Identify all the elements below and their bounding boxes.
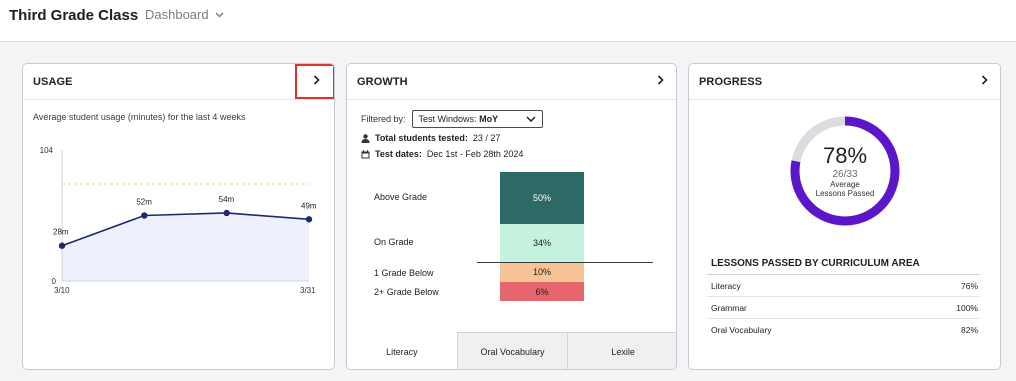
- grade-label-on: On Grade: [374, 237, 414, 247]
- usage-data-point: [58, 242, 66, 249]
- usage-subtitle: Average student usage (minutes) for the …: [33, 112, 246, 122]
- grade-segment-above: 50%: [500, 172, 584, 224]
- usage-data-point: [305, 216, 313, 223]
- chevron-down-icon: [526, 116, 536, 122]
- chevron-down-icon: [215, 12, 224, 17]
- usage-y-tick-label: 0: [52, 277, 57, 286]
- usage-x-tick-label: 3/10: [54, 286, 70, 295]
- usage-x-tick-label: 3/31: [300, 286, 316, 295]
- usage-y-tick-label: 104: [40, 146, 54, 155]
- growth-tabs: Literacy Oral Vocabulary Lexile: [347, 332, 676, 369]
- area-name: Oral Vocabulary: [711, 325, 772, 335]
- user-icon: [361, 133, 370, 143]
- area-name: Grammar: [711, 302, 747, 313]
- progress-card: PROGRESS 78% 26/33 Average Lessons Passe…: [688, 63, 1001, 370]
- chevron-right-icon: [657, 75, 664, 85]
- grade-segment-one-below: 10%: [500, 262, 584, 282]
- list-item: Oral Vocabulary 82%: [707, 319, 980, 341]
- test-window-select-text: Test Windows: MoY: [419, 114, 499, 124]
- area-name: Literacy: [711, 280, 741, 291]
- students-tested-label: Total students tested:: [375, 133, 468, 143]
- grade-level-line: [477, 262, 653, 263]
- filter-row: Filtered by: Test Windows: MoY: [361, 110, 543, 128]
- filter-label: Filtered by:: [361, 114, 406, 124]
- growth-card: GROWTH Filtered by: Test Windows: MoY To…: [346, 63, 677, 370]
- students-tested-value: 23 / 27: [472, 133, 501, 143]
- usage-card-header: USAGE: [23, 64, 334, 100]
- page-title: Third Grade Class: [9, 7, 139, 24]
- usage-data-label: 54m: [219, 195, 235, 204]
- test-dates-row: Test dates: Dec 1st - Feb 28th 2024: [361, 149, 523, 159]
- test-dates-label: Test dates:: [375, 149, 422, 159]
- progress-donut: 78% 26/33 Average Lessons Passed: [786, 112, 904, 230]
- usage-data-label: 28m: [53, 228, 69, 237]
- view-dropdown[interactable]: Dashboard: [145, 7, 224, 22]
- grade-segment-on: 34%: [500, 224, 584, 262]
- list-item: Grammar 100%: [707, 297, 980, 319]
- tab-literacy[interactable]: Literacy: [347, 332, 457, 369]
- chevron-right-icon: [981, 75, 988, 85]
- usage-data-label: 49m: [301, 201, 317, 210]
- donut-center: 78% 26/33 Average Lessons Passed: [786, 112, 904, 230]
- progress-fraction: 26/33: [832, 168, 858, 180]
- progress-title: PROGRESS: [699, 76, 763, 88]
- usage-title: USAGE: [33, 76, 73, 88]
- filter-value: MoY: [479, 114, 499, 124]
- usage-data-point: [223, 209, 230, 217]
- view-dropdown-label: Dashboard: [145, 7, 209, 22]
- test-dates-value: Dec 1st - Feb 28th 2024: [426, 149, 524, 159]
- progress-expand-button[interactable]: [977, 73, 991, 87]
- area-value: 100%: [956, 302, 978, 313]
- calendar-icon: [361, 149, 370, 158]
- tab-lexile[interactable]: Lexile: [567, 332, 676, 369]
- progress-card-header: PROGRESS: [689, 64, 1000, 100]
- list-item: Literacy 76%: [707, 275, 980, 297]
- lessons-passed-list: Literacy 76% Grammar 100% Oral Vocabular…: [707, 274, 980, 341]
- grade-segment-two-below: 6%: [500, 282, 584, 301]
- progress-caption-line2: Lessons Passed: [815, 188, 875, 198]
- growth-card-header: GROWTH: [347, 64, 676, 100]
- highlight-box: [295, 64, 334, 99]
- area-value: 76%: [960, 280, 978, 291]
- progress-percent: 78%: [822, 142, 868, 168]
- usage-chart: 28m 52m 54m 49m 104 03/10 3/31: [40, 146, 317, 295]
- area-value: 82%: [960, 325, 978, 335]
- growth-title: GROWTH: [357, 76, 408, 88]
- students-tested-row: Total students tested: 23 / 27: [361, 133, 500, 143]
- lessons-passed-title: LESSONS PASSED BY CURRICULUM AREA: [711, 258, 920, 269]
- usage-card: USAGE Average student usage (minutes) fo…: [22, 63, 335, 370]
- grade-label-above: Above Grade: [374, 192, 428, 202]
- test-window-select[interactable]: Test Windows: MoY: [411, 110, 543, 128]
- filter-prefix: Test Windows:: [418, 114, 477, 124]
- usage-data-label: 52m: [136, 198, 152, 207]
- usage-area-fill: [62, 212, 309, 281]
- grade-label-two-below: 2+ Grade Below: [374, 287, 439, 297]
- top-bar: Third Grade Class Dashboard: [0, 0, 1016, 42]
- growth-expand-button[interactable]: [653, 73, 667, 87]
- grade-label-one-below: 1 Grade Below: [374, 268, 434, 278]
- usage-data-point: [141, 212, 148, 219]
- tab-oral-vocabulary[interactable]: Oral Vocabulary: [456, 332, 568, 369]
- progress-caption-line1: Average: [830, 179, 860, 189]
